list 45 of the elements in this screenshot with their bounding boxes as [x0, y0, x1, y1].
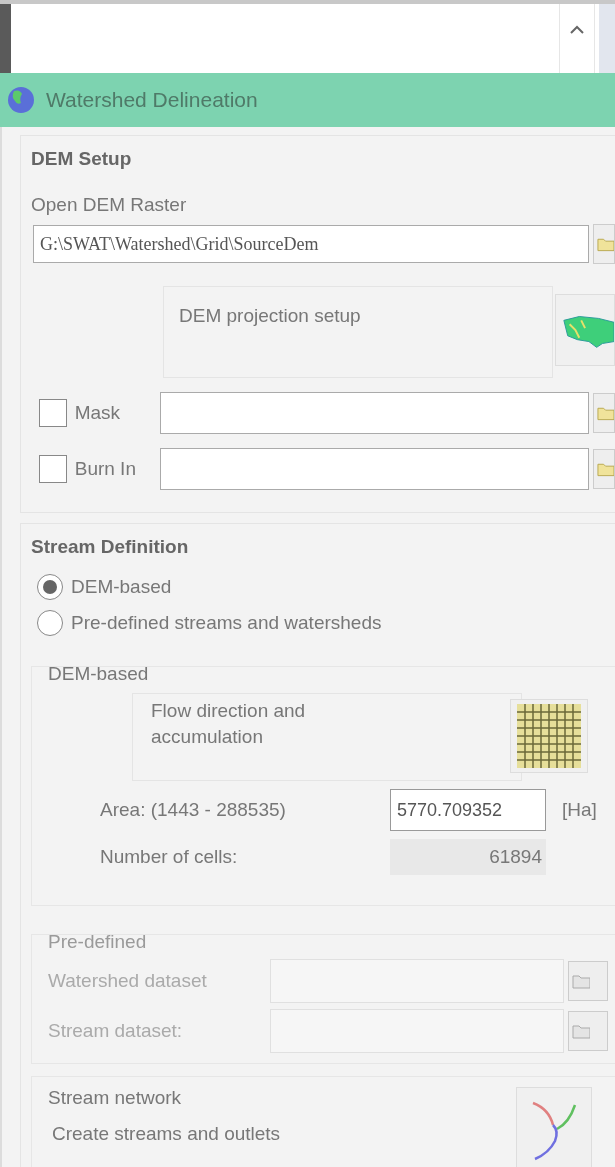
section-heading: Stream Definition [31, 536, 190, 558]
field-label: Open DEM Raster [31, 194, 188, 216]
checkbox[interactable] [39, 455, 67, 483]
checkbox[interactable] [39, 399, 67, 427]
browse-button[interactable] [593, 449, 615, 489]
folder-icon [572, 1023, 590, 1039]
side-strip [0, 4, 11, 73]
field-label: Watershed dataset [48, 970, 208, 992]
section-heading: DEM Setup [31, 148, 133, 170]
side-panel-edge [599, 4, 615, 73]
dem-path-field[interactable]: G:\SWAT\Watershed\Grid\SourceDem [33, 225, 589, 263]
checkbox-label: Mask [74, 402, 122, 424]
input-field[interactable] [159, 392, 589, 434]
group-legend: Pre-defined [48, 931, 615, 953]
map-button[interactable] [555, 294, 615, 366]
radio-label: DEM-based [71, 576, 172, 598]
group-legend: DEM-based [48, 663, 615, 685]
folder-icon [597, 405, 614, 421]
folder-icon [597, 461, 614, 477]
browse-button[interactable] [593, 224, 615, 264]
grid-button[interactable] [510, 699, 588, 773]
unit-label: [Ha] [562, 799, 597, 821]
folder-icon [572, 973, 590, 989]
action-label: Create streams and outlets [52, 1123, 282, 1145]
radio-label: Pre-defined streams and watersheds [71, 612, 382, 634]
panel-label: Flow direction and accumulation [151, 699, 307, 749]
caret-icon [569, 24, 585, 34]
area-field[interactable]: 5770.709352 [390, 789, 546, 831]
window-title: Watershed Delineation [46, 88, 258, 112]
grid-icon [517, 704, 581, 768]
radio-button[interactable] [37, 574, 63, 600]
panel-label: DEM projection setup [179, 305, 361, 326]
cells-value: 61894 [390, 839, 546, 875]
cells-label: Number of cells: [100, 846, 239, 868]
checkbox-label: Burn In [74, 458, 137, 480]
create-streams-button[interactable] [516, 1087, 592, 1167]
group-legend: Stream network [48, 1087, 502, 1109]
field-label: Stream dataset: [48, 1020, 184, 1042]
area-label: Area: (1443 - 288535) [100, 799, 287, 821]
globe-icon [6, 85, 36, 115]
scroll-up-button[interactable] [559, 4, 595, 73]
radio-button[interactable] [37, 610, 63, 636]
input-field[interactable] [159, 448, 589, 490]
folder-icon [597, 236, 614, 252]
browse-button[interactable] [593, 393, 615, 433]
